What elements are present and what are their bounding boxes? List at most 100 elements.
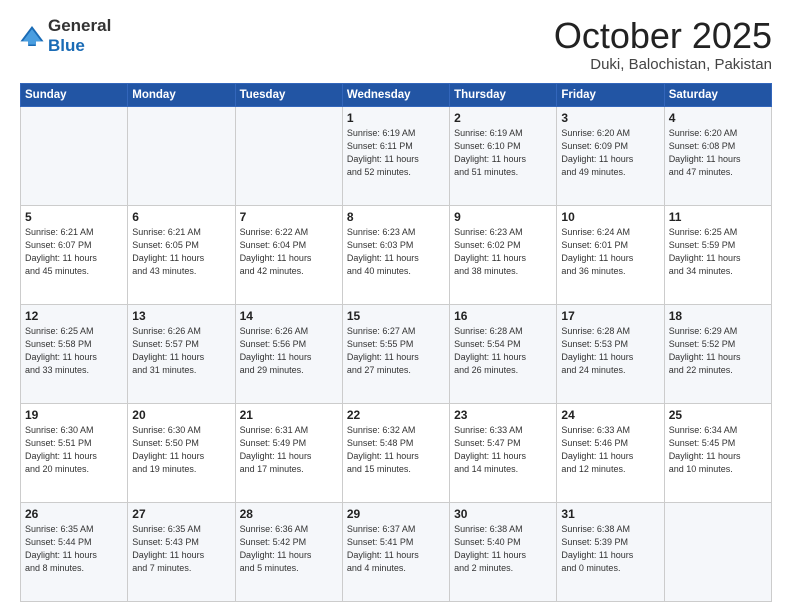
calendar-cell: 14 Sunrise: 6:26 AM Sunset: 5:56 PM Dayli… xyxy=(235,304,342,403)
day-info: Sunrise: 6:33 AM Sunset: 5:46 PM Dayligh… xyxy=(561,424,659,476)
day-number: 6 xyxy=(132,210,230,224)
calendar-cell xyxy=(235,106,342,205)
day-info: Sunrise: 6:29 AM Sunset: 5:52 PM Dayligh… xyxy=(669,325,767,377)
day-number: 27 xyxy=(132,507,230,521)
weekday-header-row: SundayMondayTuesdayWednesdayThursdayFrid… xyxy=(21,83,772,106)
day-info: Sunrise: 6:19 AM Sunset: 6:10 PM Dayligh… xyxy=(454,127,552,179)
day-number: 28 xyxy=(240,507,338,521)
week-row-4: 19 Sunrise: 6:30 AM Sunset: 5:51 PM Dayli… xyxy=(21,403,772,502)
day-info: Sunrise: 6:26 AM Sunset: 5:56 PM Dayligh… xyxy=(240,325,338,377)
calendar-cell: 30 Sunrise: 6:38 AM Sunset: 5:40 PM Dayli… xyxy=(450,502,557,601)
calendar-cell: 29 Sunrise: 6:37 AM Sunset: 5:41 PM Dayli… xyxy=(342,502,449,601)
day-number: 10 xyxy=(561,210,659,224)
day-info: Sunrise: 6:30 AM Sunset: 5:51 PM Dayligh… xyxy=(25,424,123,476)
day-info: Sunrise: 6:19 AM Sunset: 6:11 PM Dayligh… xyxy=(347,127,445,179)
calendar-cell: 6 Sunrise: 6:21 AM Sunset: 6:05 PM Daylig… xyxy=(128,205,235,304)
logo: General Blue xyxy=(20,16,111,56)
calendar-cell xyxy=(128,106,235,205)
calendar-cell: 5Sunrise: 6:21 AM Sunset: 6:07 PM Daylig… xyxy=(21,205,128,304)
calendar-cell: 13 Sunrise: 6:26 AM Sunset: 5:57 PM Dayli… xyxy=(128,304,235,403)
location-title: Duki, Balochistan, Pakistan xyxy=(554,56,772,73)
header: General Blue October 2025 Duki, Balochis… xyxy=(20,16,772,73)
day-number: 9 xyxy=(454,210,552,224)
weekday-header-sunday: Sunday xyxy=(21,83,128,106)
day-number: 20 xyxy=(132,408,230,422)
day-info: Sunrise: 6:25 AM Sunset: 5:59 PM Dayligh… xyxy=(669,226,767,278)
calendar-cell xyxy=(21,106,128,205)
calendar-cell: 16 Sunrise: 6:28 AM Sunset: 5:54 PM Dayli… xyxy=(450,304,557,403)
day-number: 5 xyxy=(25,210,123,224)
day-number: 16 xyxy=(454,309,552,323)
calendar-cell: 3 Sunrise: 6:20 AM Sunset: 6:09 PM Daylig… xyxy=(557,106,664,205)
day-info: Sunrise: 6:23 AM Sunset: 6:03 PM Dayligh… xyxy=(347,226,445,278)
day-info: Sunrise: 6:36 AM Sunset: 5:42 PM Dayligh… xyxy=(240,523,338,575)
day-number: 21 xyxy=(240,408,338,422)
logo-icon xyxy=(20,26,44,46)
day-info: Sunrise: 6:20 AM Sunset: 6:08 PM Dayligh… xyxy=(669,127,767,179)
day-number: 14 xyxy=(240,309,338,323)
calendar-cell: 25Sunrise: 6:34 AM Sunset: 5:45 PM Dayli… xyxy=(664,403,771,502)
day-info: Sunrise: 6:38 AM Sunset: 5:40 PM Dayligh… xyxy=(454,523,552,575)
day-info: Sunrise: 6:26 AM Sunset: 5:57 PM Dayligh… xyxy=(132,325,230,377)
calendar-cell: 20Sunrise: 6:30 AM Sunset: 5:50 PM Dayli… xyxy=(128,403,235,502)
day-info: Sunrise: 6:21 AM Sunset: 6:05 PM Dayligh… xyxy=(132,226,230,278)
calendar-cell: 31 Sunrise: 6:38 AM Sunset: 5:39 PM Dayli… xyxy=(557,502,664,601)
calendar-cell: 21 Sunrise: 6:31 AM Sunset: 5:49 PM Dayli… xyxy=(235,403,342,502)
day-info: Sunrise: 6:38 AM Sunset: 5:39 PM Dayligh… xyxy=(561,523,659,575)
day-info: Sunrise: 6:33 AM Sunset: 5:47 PM Dayligh… xyxy=(454,424,552,476)
calendar-cell: 22 Sunrise: 6:32 AM Sunset: 5:48 PM Dayli… xyxy=(342,403,449,502)
day-number: 15 xyxy=(347,309,445,323)
day-number: 11 xyxy=(669,210,767,224)
day-info: Sunrise: 6:27 AM Sunset: 5:55 PM Dayligh… xyxy=(347,325,445,377)
day-number: 19 xyxy=(25,408,123,422)
day-info: Sunrise: 6:20 AM Sunset: 6:09 PM Dayligh… xyxy=(561,127,659,179)
day-number: 30 xyxy=(454,507,552,521)
week-row-2: 5Sunrise: 6:21 AM Sunset: 6:07 PM Daylig… xyxy=(21,205,772,304)
calendar-cell: 11 Sunrise: 6:25 AM Sunset: 5:59 PM Dayli… xyxy=(664,205,771,304)
day-number: 1 xyxy=(347,111,445,125)
day-number: 22 xyxy=(347,408,445,422)
day-info: Sunrise: 6:34 AM Sunset: 5:45 PM Dayligh… xyxy=(669,424,767,476)
calendar-cell: 17 Sunrise: 6:28 AM Sunset: 5:53 PM Dayli… xyxy=(557,304,664,403)
page: General Blue October 2025 Duki, Balochis… xyxy=(0,0,792,612)
day-info: Sunrise: 6:37 AM Sunset: 5:41 PM Dayligh… xyxy=(347,523,445,575)
calendar-cell: 27 Sunrise: 6:35 AM Sunset: 5:43 PM Dayli… xyxy=(128,502,235,601)
day-number: 4 xyxy=(669,111,767,125)
day-number: 24 xyxy=(561,408,659,422)
calendar-cell: 4 Sunrise: 6:20 AM Sunset: 6:08 PM Daylig… xyxy=(664,106,771,205)
calendar-cell: 24 Sunrise: 6:33 AM Sunset: 5:46 PM Dayli… xyxy=(557,403,664,502)
calendar-cell: 15 Sunrise: 6:27 AM Sunset: 5:55 PM Dayli… xyxy=(342,304,449,403)
calendar-table: SundayMondayTuesdayWednesdayThursdayFrid… xyxy=(20,83,772,602)
day-number: 7 xyxy=(240,210,338,224)
calendar-cell: 9Sunrise: 6:23 AM Sunset: 6:02 PM Daylig… xyxy=(450,205,557,304)
day-number: 29 xyxy=(347,507,445,521)
calendar-cell: 26Sunrise: 6:35 AM Sunset: 5:44 PM Dayli… xyxy=(21,502,128,601)
day-number: 17 xyxy=(561,309,659,323)
weekday-header-tuesday: Tuesday xyxy=(235,83,342,106)
day-number: 8 xyxy=(347,210,445,224)
calendar-cell: 10Sunrise: 6:24 AM Sunset: 6:01 PM Dayli… xyxy=(557,205,664,304)
weekday-header-thursday: Thursday xyxy=(450,83,557,106)
day-info: Sunrise: 6:28 AM Sunset: 5:53 PM Dayligh… xyxy=(561,325,659,377)
day-number: 26 xyxy=(25,507,123,521)
weekday-header-monday: Monday xyxy=(128,83,235,106)
day-number: 2 xyxy=(454,111,552,125)
day-info: Sunrise: 6:35 AM Sunset: 5:43 PM Dayligh… xyxy=(132,523,230,575)
day-number: 3 xyxy=(561,111,659,125)
day-info: Sunrise: 6:32 AM Sunset: 5:48 PM Dayligh… xyxy=(347,424,445,476)
day-number: 31 xyxy=(561,507,659,521)
logo-text: General Blue xyxy=(48,16,111,56)
calendar-cell: 19 Sunrise: 6:30 AM Sunset: 5:51 PM Dayli… xyxy=(21,403,128,502)
day-info: Sunrise: 6:28 AM Sunset: 5:54 PM Dayligh… xyxy=(454,325,552,377)
calendar-cell: 18Sunrise: 6:29 AM Sunset: 5:52 PM Dayli… xyxy=(664,304,771,403)
weekday-header-wednesday: Wednesday xyxy=(342,83,449,106)
day-info: Sunrise: 6:25 AM Sunset: 5:58 PM Dayligh… xyxy=(25,325,123,377)
day-info: Sunrise: 6:31 AM Sunset: 5:49 PM Dayligh… xyxy=(240,424,338,476)
calendar-cell: 8 Sunrise: 6:23 AM Sunset: 6:03 PM Daylig… xyxy=(342,205,449,304)
calendar-cell: 28 Sunrise: 6:36 AM Sunset: 5:42 PM Dayli… xyxy=(235,502,342,601)
weekday-header-friday: Friday xyxy=(557,83,664,106)
month-title: October 2025 xyxy=(554,16,772,56)
day-number: 13 xyxy=(132,309,230,323)
day-number: 12 xyxy=(25,309,123,323)
calendar-cell: 12 Sunrise: 6:25 AM Sunset: 5:58 PM Dayli… xyxy=(21,304,128,403)
